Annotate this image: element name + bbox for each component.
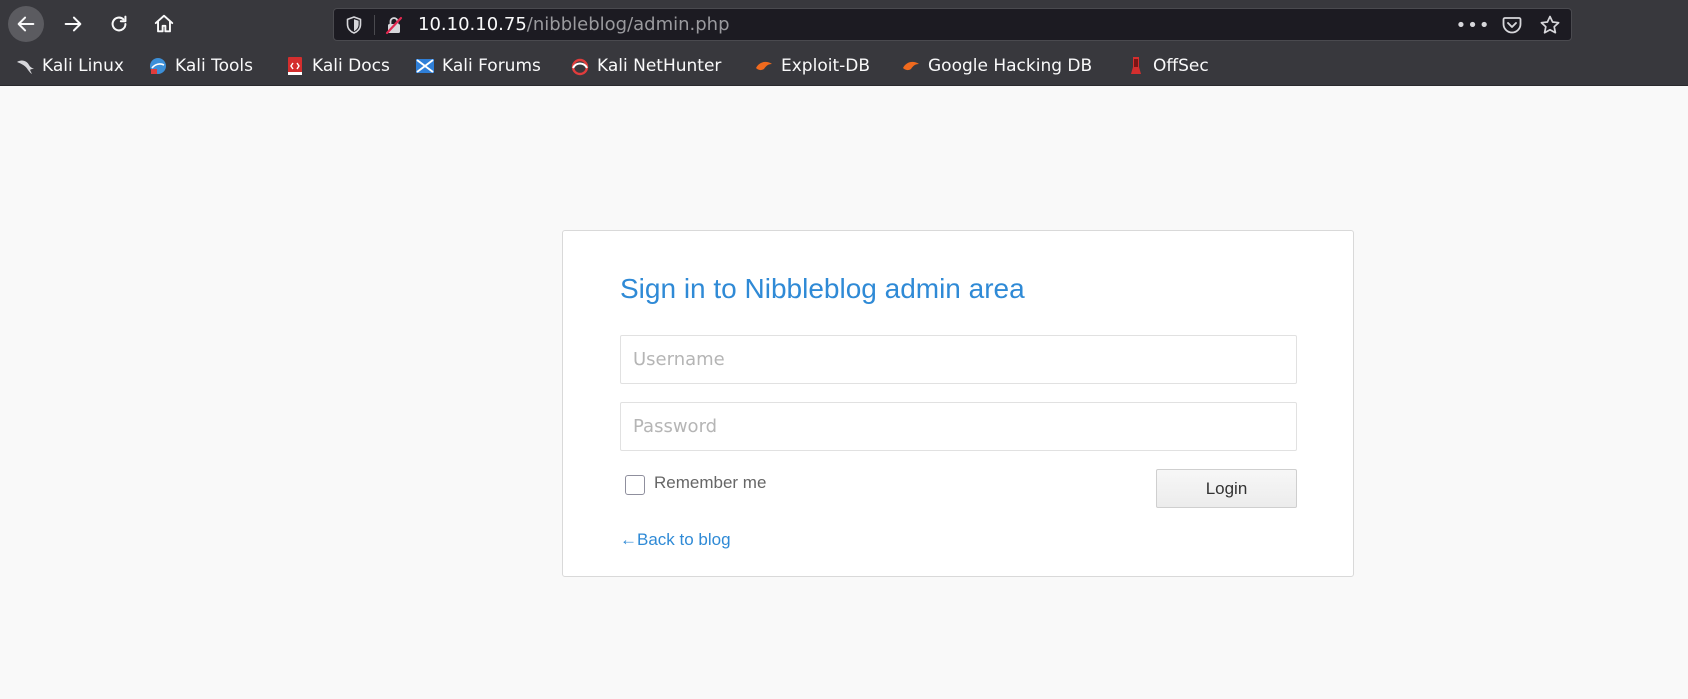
bookmark-label: Kali Tools	[175, 56, 253, 76]
username-input[interactable]	[620, 335, 1297, 384]
arrow-left-icon	[17, 16, 35, 32]
kali-docs-icon	[288, 57, 302, 75]
pocket-icon[interactable]	[1500, 14, 1524, 36]
forward-button[interactable]	[55, 6, 91, 42]
bookmark-kali-nethunter[interactable]: Kali NetHunter	[570, 54, 721, 78]
login-button[interactable]: Login	[1156, 469, 1297, 508]
bookmark-label: Google Hacking DB	[928, 56, 1093, 76]
url-host: 10.10.10.75	[418, 14, 527, 35]
bookmark-label: Kali NetHunter	[597, 56, 722, 76]
back-button[interactable]	[8, 6, 44, 42]
google-hacking-db-icon	[903, 61, 919, 71]
bookmark-label: Kali Forums	[442, 56, 541, 76]
kali-nethunter-icon	[571, 58, 589, 76]
bookmarks-toolbar: Kali Linux Kali Tools Kali Docs Kali For…	[0, 48, 1688, 86]
bookmark-kali-docs[interactable]: Kali Docs	[285, 54, 390, 78]
kali-tools-icon	[150, 58, 166, 74]
kali-dragon-icon	[17, 60, 34, 74]
arrow-right-icon	[64, 16, 82, 32]
url-text[interactable]: 10.10.10.75/nibbleblog/admin.php	[418, 14, 730, 36]
url-bar-separator	[374, 15, 375, 35]
bookmark-kali-linux[interactable]: Kali Linux	[15, 54, 124, 78]
home-button[interactable]	[146, 6, 182, 42]
exploit-db-icon	[756, 61, 772, 71]
bookmark-label: Kali Docs	[312, 56, 390, 76]
login-panel: Sign in to Nibbleblog admin area Remembe…	[562, 230, 1354, 577]
bookmark-label: OffSec	[1153, 56, 1209, 76]
url-path: /nibbleblog/admin.php	[526, 14, 730, 35]
home-icon	[154, 14, 174, 33]
url-bar[interactable]: 10.10.10.75/nibbleblog/admin.php •••	[333, 8, 1572, 41]
bookmark-kali-tools[interactable]: Kali Tools	[148, 54, 253, 78]
remember-me-label: Remember me	[654, 473, 767, 492]
page-actions-more-icon[interactable]: •••	[1456, 14, 1490, 36]
offsec-icon	[1131, 57, 1141, 74]
password-input[interactable]	[620, 402, 1297, 451]
login-title: Sign in to Nibbleblog admin area	[620, 273, 1025, 304]
reload-button[interactable]	[101, 6, 137, 42]
reload-icon	[111, 15, 127, 32]
tracking-protection-shield-icon[interactable]	[344, 15, 364, 35]
bookmark-kali-forums[interactable]: Kali Forums	[415, 54, 541, 78]
browser-toolbar: 10.10.10.75/nibbleblog/admin.php •••	[0, 0, 1688, 48]
back-to-blog-link[interactable]: ←Back to blog	[620, 530, 731, 550]
bookmark-label: Kali Linux	[42, 56, 124, 76]
remember-me[interactable]: Remember me	[625, 473, 767, 495]
bookmark-star-icon[interactable]	[1538, 14, 1562, 36]
bookmark-offsec[interactable]: OffSec	[1126, 54, 1209, 78]
kali-forums-icon	[416, 59, 434, 73]
remember-me-checkbox[interactable]	[625, 475, 645, 495]
bookmark-google-hacking-db[interactable]: Google Hacking DB	[901, 54, 1092, 78]
bookmark-exploit-db[interactable]: Exploit-DB	[754, 54, 870, 78]
insecure-lock-icon[interactable]	[384, 15, 404, 35]
bookmark-label: Exploit-DB	[781, 56, 870, 76]
